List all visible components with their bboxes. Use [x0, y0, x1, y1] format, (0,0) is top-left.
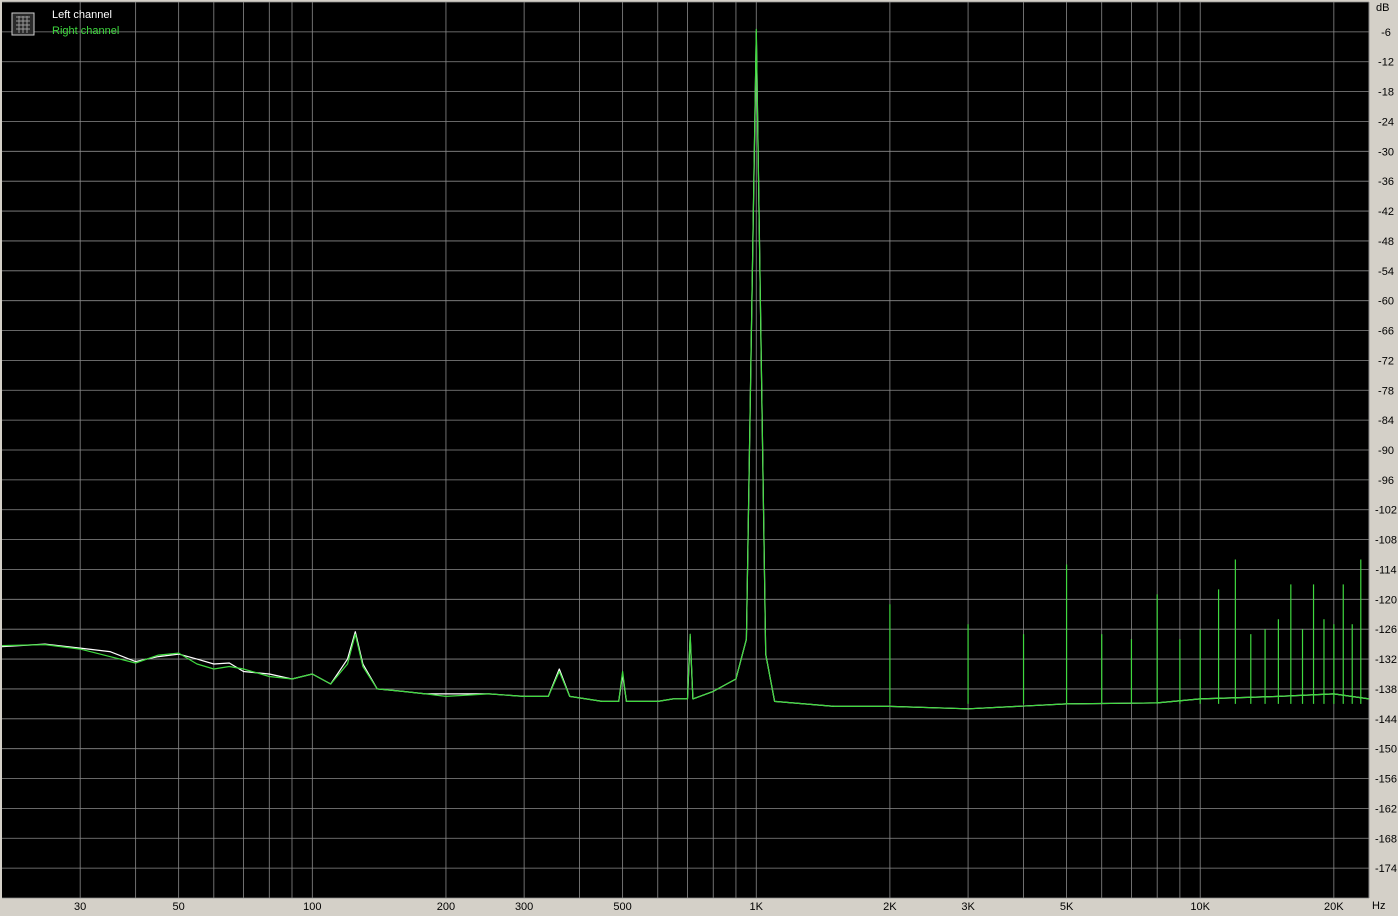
y-tick-label: -90 — [1378, 445, 1394, 457]
y-tick-label: -60 — [1378, 296, 1394, 308]
legend-icon — [11, 12, 35, 36]
x-axis-unit: Hz — [1372, 900, 1385, 912]
y-tick-label: -120 — [1375, 594, 1397, 606]
y-tick-label: -84 — [1378, 415, 1394, 427]
x-tick-label: 30 — [74, 901, 86, 913]
y-tick-label: -156 — [1375, 774, 1397, 786]
y-tick-label: -150 — [1375, 744, 1397, 756]
y-tick-label: -138 — [1375, 684, 1397, 696]
y-tick-label: -174 — [1375, 863, 1397, 875]
x-tick-label: 300 — [515, 901, 533, 913]
y-tick-label: -132 — [1375, 654, 1397, 666]
x-tick-label: 1K — [750, 901, 764, 913]
y-tick-label: -6 — [1381, 27, 1391, 39]
y-tick-label: -12 — [1378, 57, 1394, 69]
x-tick-label: 50 — [173, 901, 185, 913]
y-tick-label: -30 — [1378, 146, 1394, 158]
y-tick-label: -144 — [1375, 714, 1397, 726]
y-tick-label: -126 — [1375, 624, 1397, 636]
x-tick-label: 20K — [1324, 901, 1344, 913]
y-tick-label: -24 — [1378, 116, 1394, 128]
legend-left-channel: Left channel — [52, 9, 112, 21]
y-tick-label: -66 — [1378, 326, 1394, 338]
x-axis: 30 50 100 200 300 500 1K 2K 3K 5K 10K 20K — [74, 901, 1344, 913]
x-tick-label: 5K — [1060, 901, 1074, 913]
spectrum-chart: -6 -12 -18 -24 -30 -36 -42 -48 -54 -60 -66 -72 -78 -8… — [0, 0, 1398, 916]
y-tick-label: -42 — [1378, 206, 1394, 218]
x-tick-label: 200 — [437, 901, 455, 913]
y-tick-label: -54 — [1378, 266, 1394, 278]
plot-svg: -6 -12 -18 -24 -30 -36 -42 -48 -54 -60 -66 -72 -78 -8… — [1, 1, 1397, 913]
y-tick-label: -78 — [1378, 385, 1394, 397]
y-tick-label: -114 — [1375, 564, 1396, 576]
y-tick-label: -162 — [1375, 803, 1397, 815]
y-tick-label: -102 — [1375, 505, 1397, 517]
x-tick-label: 10K — [1190, 901, 1210, 913]
y-tick-label: -96 — [1378, 475, 1394, 487]
y-axis-unit: dB — [1376, 2, 1389, 14]
x-tick-label: 3K — [961, 901, 975, 913]
x-tick-label: 2K — [883, 901, 897, 913]
y-tick-label: -36 — [1378, 176, 1394, 188]
legend-right-channel: Right channel — [52, 25, 119, 37]
y-tick-label: -168 — [1375, 833, 1397, 845]
y-tick-label: -72 — [1378, 355, 1394, 367]
y-axis: -6 -12 -18 -24 -30 -36 -42 -48 -54 -60 -66 -72 -78 -8… — [1375, 27, 1397, 875]
y-tick-label: -18 — [1378, 87, 1394, 99]
x-tick-label: 100 — [303, 901, 321, 913]
x-tick-label: 500 — [613, 901, 631, 913]
y-tick-label: -108 — [1375, 535, 1397, 547]
y-tick-label: -48 — [1378, 236, 1394, 248]
